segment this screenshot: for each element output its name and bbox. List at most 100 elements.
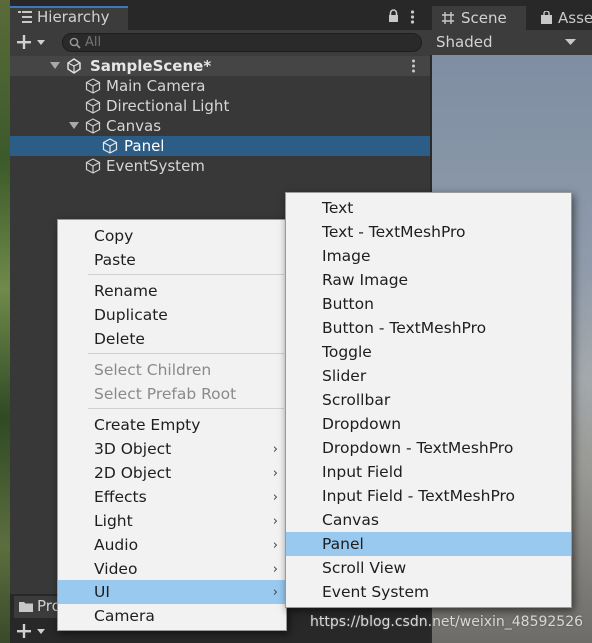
shading-mode-dropdown[interactable]: Shaded xyxy=(436,33,493,51)
menu-item-ui[interactable]: UI › xyxy=(58,580,286,604)
menu-item-select-children: Select Children xyxy=(58,358,286,382)
menu-item-label: Input Field xyxy=(322,463,403,481)
menu-item-select-prefab-root: Select Prefab Root xyxy=(58,382,286,406)
asset-store-bag-icon xyxy=(541,11,552,24)
gameobject-cube-icon xyxy=(85,158,101,174)
menu-item-label: Camera xyxy=(94,607,155,625)
ui-item-dropdown[interactable]: Dropdown xyxy=(286,412,571,436)
ui-item-event-system[interactable]: Event System xyxy=(286,580,571,604)
menu-item-label: Image xyxy=(322,247,371,265)
scene-row[interactable]: SampleScene* xyxy=(10,56,430,76)
hierarchy-item-directional-light[interactable]: Directional Light xyxy=(10,96,430,116)
scene-options-icon[interactable] xyxy=(411,59,416,73)
hierarchy-item-canvas[interactable]: Canvas xyxy=(10,116,430,136)
ui-item-scrollbar[interactable]: Scrollbar xyxy=(286,388,571,412)
lock-icon[interactable] xyxy=(388,9,399,23)
menu-item-copy[interactable]: Copy xyxy=(58,224,286,248)
menu-separator xyxy=(88,408,284,409)
ui-item-image[interactable]: Image xyxy=(286,244,571,268)
ui-item-raw-image[interactable]: Raw Image xyxy=(286,268,571,292)
scene-tab-label: Scene xyxy=(461,9,507,27)
menu-item-label: UI xyxy=(94,583,110,601)
ui-item-toggle[interactable]: Toggle xyxy=(286,340,571,364)
add-dropdown-button[interactable] xyxy=(14,32,54,54)
menu-item-effects[interactable]: Effects › xyxy=(58,485,286,509)
menu-item-label: Text - TextMeshPro xyxy=(322,223,466,241)
menu-item-camera[interactable]: Camera xyxy=(58,604,286,628)
menu-item-label: Select Prefab Root xyxy=(94,385,237,403)
unity-scene-icon xyxy=(67,58,81,74)
menu-item-create-empty[interactable]: Create Empty xyxy=(58,413,286,437)
menu-item-label: Copy xyxy=(94,227,134,245)
menu-item-label: Audio xyxy=(94,536,139,554)
grid-hash-icon xyxy=(442,12,454,24)
tab-asset-store[interactable]: Asse xyxy=(558,9,592,27)
ui-item-text[interactable]: Text xyxy=(286,196,571,220)
submenu-arrow-icon: › xyxy=(272,514,278,529)
menu-item-audio[interactable]: Audio › xyxy=(58,533,286,557)
menu-item-delete[interactable]: Delete xyxy=(58,327,286,351)
search-input[interactable] xyxy=(85,34,405,51)
menu-item-label: Dropdown xyxy=(322,415,402,433)
menu-item-video[interactable]: Video › xyxy=(58,557,286,581)
menu-item-label: 3D Object xyxy=(94,440,172,458)
menu-item-label: Scroll View xyxy=(322,559,407,577)
menu-item-label: Rename xyxy=(94,282,158,300)
gameobject-cube-icon xyxy=(85,118,101,134)
ui-item-input-field-textmeshpro[interactable]: Input Field - TextMeshPro xyxy=(286,484,571,508)
gameobject-cube-icon xyxy=(85,78,101,94)
kebab-menu-icon[interactable] xyxy=(410,10,415,24)
menu-item-label: Select Children xyxy=(94,361,212,379)
ui-item-input-field[interactable]: Input Field xyxy=(286,460,571,484)
scene-background-strip xyxy=(0,0,10,643)
menu-item-duplicate[interactable]: Duplicate xyxy=(58,303,286,327)
menu-item-label: Video xyxy=(94,560,138,578)
menu-item-label: Delete xyxy=(94,330,145,348)
hierarchy-item-main-camera[interactable]: Main Camera xyxy=(10,76,430,96)
expand-arrow-icon[interactable] xyxy=(69,122,79,130)
hierarchy-item-label: Directional Light xyxy=(106,97,230,115)
menu-item-rename[interactable]: Rename xyxy=(58,279,286,303)
scene-name: SampleScene* xyxy=(90,57,212,75)
chevron-down-icon[interactable] xyxy=(565,39,576,46)
hierarchy-item-panel[interactable]: Panel xyxy=(10,136,430,156)
menu-item-light[interactable]: Light › xyxy=(58,509,286,533)
hierarchy-context-menu: Copy Paste Rename Duplicate Delete Selec… xyxy=(57,219,287,631)
gameobject-cube-icon xyxy=(102,138,118,154)
project-add-button[interactable] xyxy=(14,622,54,642)
ui-item-button-textmeshpro[interactable]: Button - TextMeshPro xyxy=(286,316,571,340)
menu-item-2d-object[interactable]: 2D Object › xyxy=(58,461,286,485)
menu-item-3d-object[interactable]: 3D Object › xyxy=(58,437,286,461)
ui-item-dropdown-textmeshpro[interactable]: Dropdown - TextMeshPro xyxy=(286,436,571,460)
search-field[interactable] xyxy=(62,33,422,52)
menu-item-label: Duplicate xyxy=(94,306,168,324)
ui-item-text-textmeshpro[interactable]: Text - TextMeshPro xyxy=(286,220,571,244)
menu-item-label: Slider xyxy=(322,367,367,385)
menu-item-label: Light xyxy=(94,512,133,530)
gameobject-cube-icon xyxy=(85,98,101,114)
expand-arrow-icon[interactable] xyxy=(50,62,60,70)
menu-separator xyxy=(88,353,284,354)
hierarchy-item-label: Panel xyxy=(124,137,165,155)
menu-item-label: Scrollbar xyxy=(322,391,391,409)
menu-item-label: Effects xyxy=(94,488,147,506)
ui-item-panel[interactable]: Panel xyxy=(286,532,571,556)
search-icon xyxy=(69,37,81,49)
submenu-arrow-icon: › xyxy=(272,442,278,457)
menu-item-label: Canvas xyxy=(322,511,379,529)
menu-item-label: Button xyxy=(322,295,374,313)
menu-item-paste[interactable]: Paste xyxy=(58,248,286,272)
submenu-arrow-icon: › xyxy=(272,562,278,577)
hierarchy-item-label: EventSystem xyxy=(106,157,205,175)
menu-separator xyxy=(88,274,284,275)
submenu-arrow-icon: › xyxy=(272,585,278,600)
ui-item-scroll-view[interactable]: Scroll View xyxy=(286,556,571,580)
menu-item-label: Panel xyxy=(322,535,364,553)
menu-item-label: Button - TextMeshPro xyxy=(322,319,487,337)
hierarchy-item-eventsystem[interactable]: EventSystem xyxy=(10,156,430,176)
ui-item-canvas[interactable]: Canvas xyxy=(286,508,571,532)
folder-icon xyxy=(19,602,33,612)
ui-item-button[interactable]: Button xyxy=(286,292,571,316)
menu-item-label: Text xyxy=(322,199,354,217)
ui-item-slider[interactable]: Slider xyxy=(286,364,571,388)
